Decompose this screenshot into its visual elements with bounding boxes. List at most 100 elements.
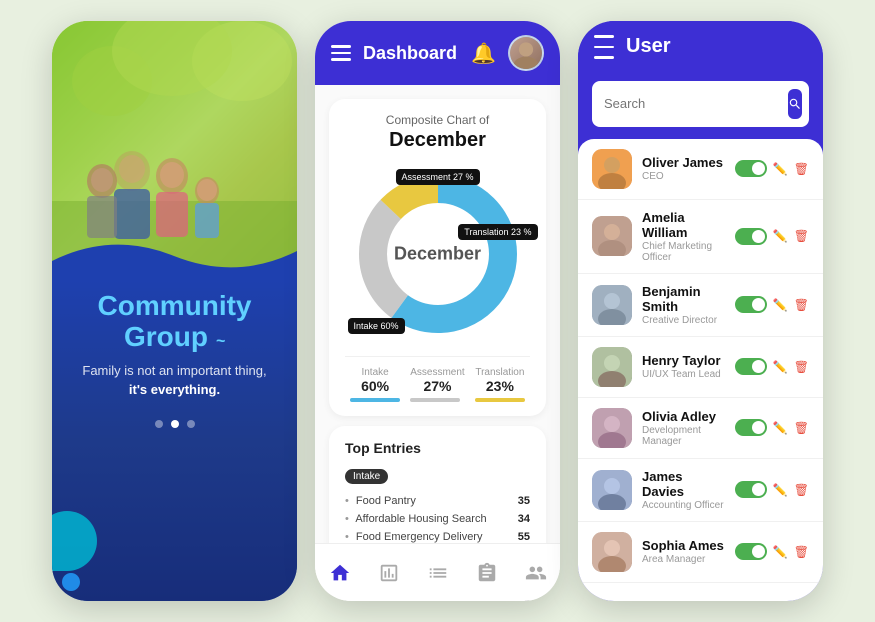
- menu-icon[interactable]: [331, 45, 351, 61]
- toggle-henry[interactable]: [735, 358, 767, 375]
- top-entries-title: Top Entries: [345, 440, 530, 456]
- toggle-oliver[interactable]: [735, 160, 767, 177]
- dashboard-header: Dashboard 🔔: [315, 21, 560, 85]
- info-benjamin: Benjamin Smith Creative Director: [642, 284, 725, 326]
- role-amelia: Chief Marketing Officer: [642, 241, 725, 263]
- edit-benjamin[interactable]: ✏️: [773, 298, 788, 312]
- entry-housing: • Affordable Housing Search 34: [345, 510, 530, 528]
- dot-3[interactable]: [187, 420, 195, 428]
- user-item-james: James Davies Accounting Officer ✏️ 🗑: [578, 459, 823, 522]
- user-header: User: [578, 21, 823, 73]
- delete-amelia[interactable]: 🗑: [794, 229, 809, 243]
- chart-stats-row: Intake 60% Assessment 27% Translation 23…: [345, 356, 530, 402]
- actions-amelia: ✏️ 🗑: [735, 228, 809, 245]
- phone2-dashboard: Dashboard 🔔 Composite Chart of December: [315, 21, 560, 601]
- avatar-amelia: [592, 216, 632, 256]
- nav-home[interactable]: [329, 562, 351, 584]
- nav-clipboard[interactable]: [476, 562, 498, 584]
- role-henry: UI/UX Team Lead: [642, 369, 725, 380]
- search-button[interactable]: [788, 89, 802, 119]
- toggle-james[interactable]: [735, 481, 767, 498]
- carousel-dots[interactable]: [155, 420, 195, 428]
- user-item-olivia: Olivia Adley Development Manager ✏️ 🗑: [578, 398, 823, 459]
- avatar-james: [592, 470, 632, 510]
- search-bar-container: [578, 73, 823, 139]
- user-avatar-header[interactable]: [508, 35, 544, 71]
- toggle-sophia[interactable]: [735, 543, 767, 560]
- decorative-blob-blue: [62, 573, 80, 591]
- name-amelia: Amelia William: [642, 210, 725, 240]
- phone1-community: Community Group ~ Family is not an impor…: [52, 21, 297, 601]
- search-input-wrapper: [592, 81, 809, 127]
- donut-center-label: December: [394, 244, 481, 265]
- name-sophia: Sophia Ames: [642, 538, 725, 553]
- dot-2[interactable]: [171, 420, 179, 428]
- delete-sophia[interactable]: 🗑: [794, 545, 809, 559]
- brand-name: Community Group ~: [98, 291, 252, 353]
- info-olivia: Olivia Adley Development Manager: [642, 409, 725, 447]
- role-olivia: Development Manager: [642, 425, 725, 447]
- stat-bar-intake: [350, 398, 400, 402]
- avatar-oliver: [592, 149, 632, 189]
- user-item-amelia: Amelia William Chief Marketing Officer ✏…: [578, 200, 823, 274]
- user-item-oliver: Oliver James CEO ✏️ 🗑: [578, 139, 823, 200]
- composite-chart-card: Composite Chart of December December: [329, 99, 546, 416]
- name-olivia: Olivia Adley: [642, 409, 725, 424]
- delete-james[interactable]: 🗑: [794, 483, 809, 497]
- actions-benjamin: ✏️ 🗑: [735, 296, 809, 313]
- nav-list[interactable]: [427, 562, 449, 584]
- stat-bar-assessment: [410, 398, 460, 402]
- phone3-user: User Oliver James CEO: [578, 21, 823, 601]
- user-item-benjamin: Benjamin Smith Creative Director ✏️ 🗑: [578, 274, 823, 337]
- role-oliver: CEO: [642, 171, 725, 182]
- user-menu-icon[interactable]: [594, 35, 614, 59]
- avatar-benjamin: [592, 285, 632, 325]
- dashboard-body: Composite Chart of December December: [315, 85, 560, 601]
- toggle-benjamin[interactable]: [735, 296, 767, 313]
- stat-translation: Translation 23%: [475, 367, 525, 402]
- chart-subtitle: Composite Chart of: [345, 113, 530, 127]
- family-photo-area: [52, 21, 297, 281]
- search-icon: [788, 97, 802, 111]
- avatar-henry: [592, 347, 632, 387]
- edit-olivia[interactable]: ✏️: [773, 421, 788, 435]
- community-content-area: Community Group ~ Family is not an impor…: [52, 281, 297, 601]
- dot-1[interactable]: [155, 420, 163, 428]
- info-james: James Davies Accounting Officer: [642, 469, 725, 511]
- nav-people[interactable]: [525, 562, 547, 584]
- brand-tagline: Family is not an important thing, it's e…: [82, 361, 266, 400]
- intake-badge: Intake: [345, 469, 388, 484]
- user-item-henry: Henry Taylor UI/UX Team Lead ✏️ 🗑: [578, 337, 823, 398]
- edit-amelia[interactable]: ✏️: [773, 229, 788, 243]
- info-henry: Henry Taylor UI/UX Team Lead: [642, 353, 725, 380]
- search-input[interactable]: [604, 96, 780, 111]
- user-item-sophia: Sophia Ames Area Manager ✏️ 🗑: [578, 522, 823, 583]
- toggle-olivia[interactable]: [735, 419, 767, 436]
- delete-benjamin[interactable]: 🗑: [794, 298, 809, 312]
- edit-oliver[interactable]: ✏️: [773, 162, 788, 176]
- delete-oliver[interactable]: 🗑: [794, 162, 809, 176]
- role-sophia: Area Manager: [642, 554, 725, 565]
- actions-sophia: ✏️ 🗑: [735, 543, 809, 560]
- donut-chart: December Assessment 27 % Translation 23 …: [348, 164, 528, 344]
- user-page-title: User: [626, 35, 670, 58]
- stat-intake: Intake 60%: [350, 367, 400, 402]
- tooltip-intake: Intake 60%: [348, 318, 405, 334]
- stat-assessment: Assessment 27%: [410, 367, 464, 402]
- info-amelia: Amelia William Chief Marketing Officer: [642, 210, 725, 263]
- name-oliver: Oliver James: [642, 155, 725, 170]
- delete-henry[interactable]: 🗑: [794, 360, 809, 374]
- edit-sophia[interactable]: ✏️: [773, 545, 788, 559]
- entry-food-pantry: • Food Pantry 35: [345, 492, 530, 510]
- name-james: James Davies: [642, 469, 725, 499]
- name-benjamin: Benjamin Smith: [642, 284, 725, 314]
- edit-henry[interactable]: ✏️: [773, 360, 788, 374]
- nav-chart[interactable]: [378, 562, 400, 584]
- actions-oliver: ✏️ 🗑: [735, 160, 809, 177]
- toggle-amelia[interactable]: [735, 228, 767, 245]
- delete-olivia[interactable]: 🗑: [794, 421, 809, 435]
- edit-james[interactable]: ✏️: [773, 483, 788, 497]
- stat-bar-translation: [475, 398, 525, 402]
- bell-icon[interactable]: 🔔: [471, 41, 496, 66]
- decorative-blob-teal: [52, 511, 97, 571]
